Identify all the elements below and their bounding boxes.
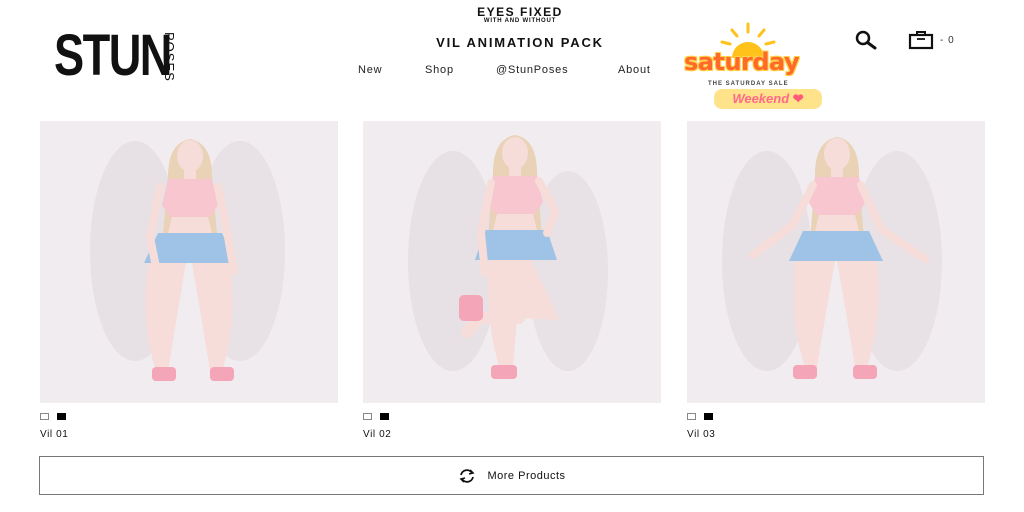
more-products-label: More Products	[487, 469, 566, 482]
search-icon	[855, 30, 877, 50]
main-nav: New Shop @StunPoses About	[358, 64, 678, 76]
banner-line-1: EYES FIXED	[477, 5, 563, 19]
banner-text: EYES FIXED WITH AND WITHOUT	[420, 6, 620, 25]
nav-item-about[interactable]: About	[618, 64, 678, 76]
product-name[interactable]: Vil 03	[687, 429, 985, 440]
swatch-white[interactable]	[363, 413, 372, 420]
brand-logo[interactable]: STUN POSES	[54, 23, 177, 88]
product-name[interactable]: Vil 02	[363, 429, 661, 440]
color-swatches	[40, 413, 338, 422]
banner-line-2: WITH AND WITHOUT	[483, 18, 557, 24]
more-products-button[interactable]: More Products	[39, 456, 984, 495]
cart-button[interactable]: - 0	[908, 29, 968, 51]
pose-figure-image	[40, 121, 338, 403]
nav-item-new[interactable]: New	[358, 64, 425, 76]
sale-tag: Weekend ❤	[714, 89, 822, 109]
product-card[interactable]: Vil 02	[363, 121, 661, 440]
product-card[interactable]: Vil 03	[687, 121, 985, 440]
nav-item-stunposes[interactable]: @StunPoses	[496, 64, 618, 76]
search-button[interactable]	[853, 29, 879, 51]
product-card[interactable]: Vil 01	[40, 121, 338, 440]
heart-icon: ❤	[792, 91, 804, 106]
site-header: STUN POSES EYES FIXED WITH AND WITHOUT V…	[0, 0, 1024, 110]
product-grid: Vil 01 Vil 02 Vil 03	[40, 121, 985, 441]
product-name[interactable]: Vil 01	[40, 429, 338, 440]
page-title: VIL ANIMATION PACK	[436, 35, 604, 50]
shopping-bag-icon	[908, 31, 934, 50]
sale-tag-label: Weekend	[732, 91, 790, 106]
swatch-white[interactable]	[687, 413, 696, 420]
logo-wordmark: STUN	[54, 23, 172, 88]
sale-subtitle: THE SATURDAY SALE	[708, 81, 789, 87]
color-swatches	[687, 413, 985, 422]
swatch-black[interactable]	[57, 413, 66, 420]
pose-figure-image	[363, 121, 661, 403]
nav-item-shop[interactable]: Shop	[425, 64, 496, 76]
swatch-white[interactable]	[40, 413, 49, 420]
product-image[interactable]	[363, 121, 661, 403]
product-image[interactable]	[687, 121, 985, 403]
sale-badge[interactable]: saturday THE SATURDAY SALE Weekend ❤	[680, 18, 850, 109]
cart-count: - 0	[940, 34, 955, 46]
sale-title: saturday	[684, 48, 800, 76]
swatch-black[interactable]	[380, 413, 389, 420]
product-image[interactable]	[40, 121, 338, 403]
color-swatches	[363, 413, 661, 422]
refresh-icon	[459, 468, 476, 483]
pose-figure-image	[687, 121, 985, 403]
swatch-black[interactable]	[704, 413, 713, 420]
